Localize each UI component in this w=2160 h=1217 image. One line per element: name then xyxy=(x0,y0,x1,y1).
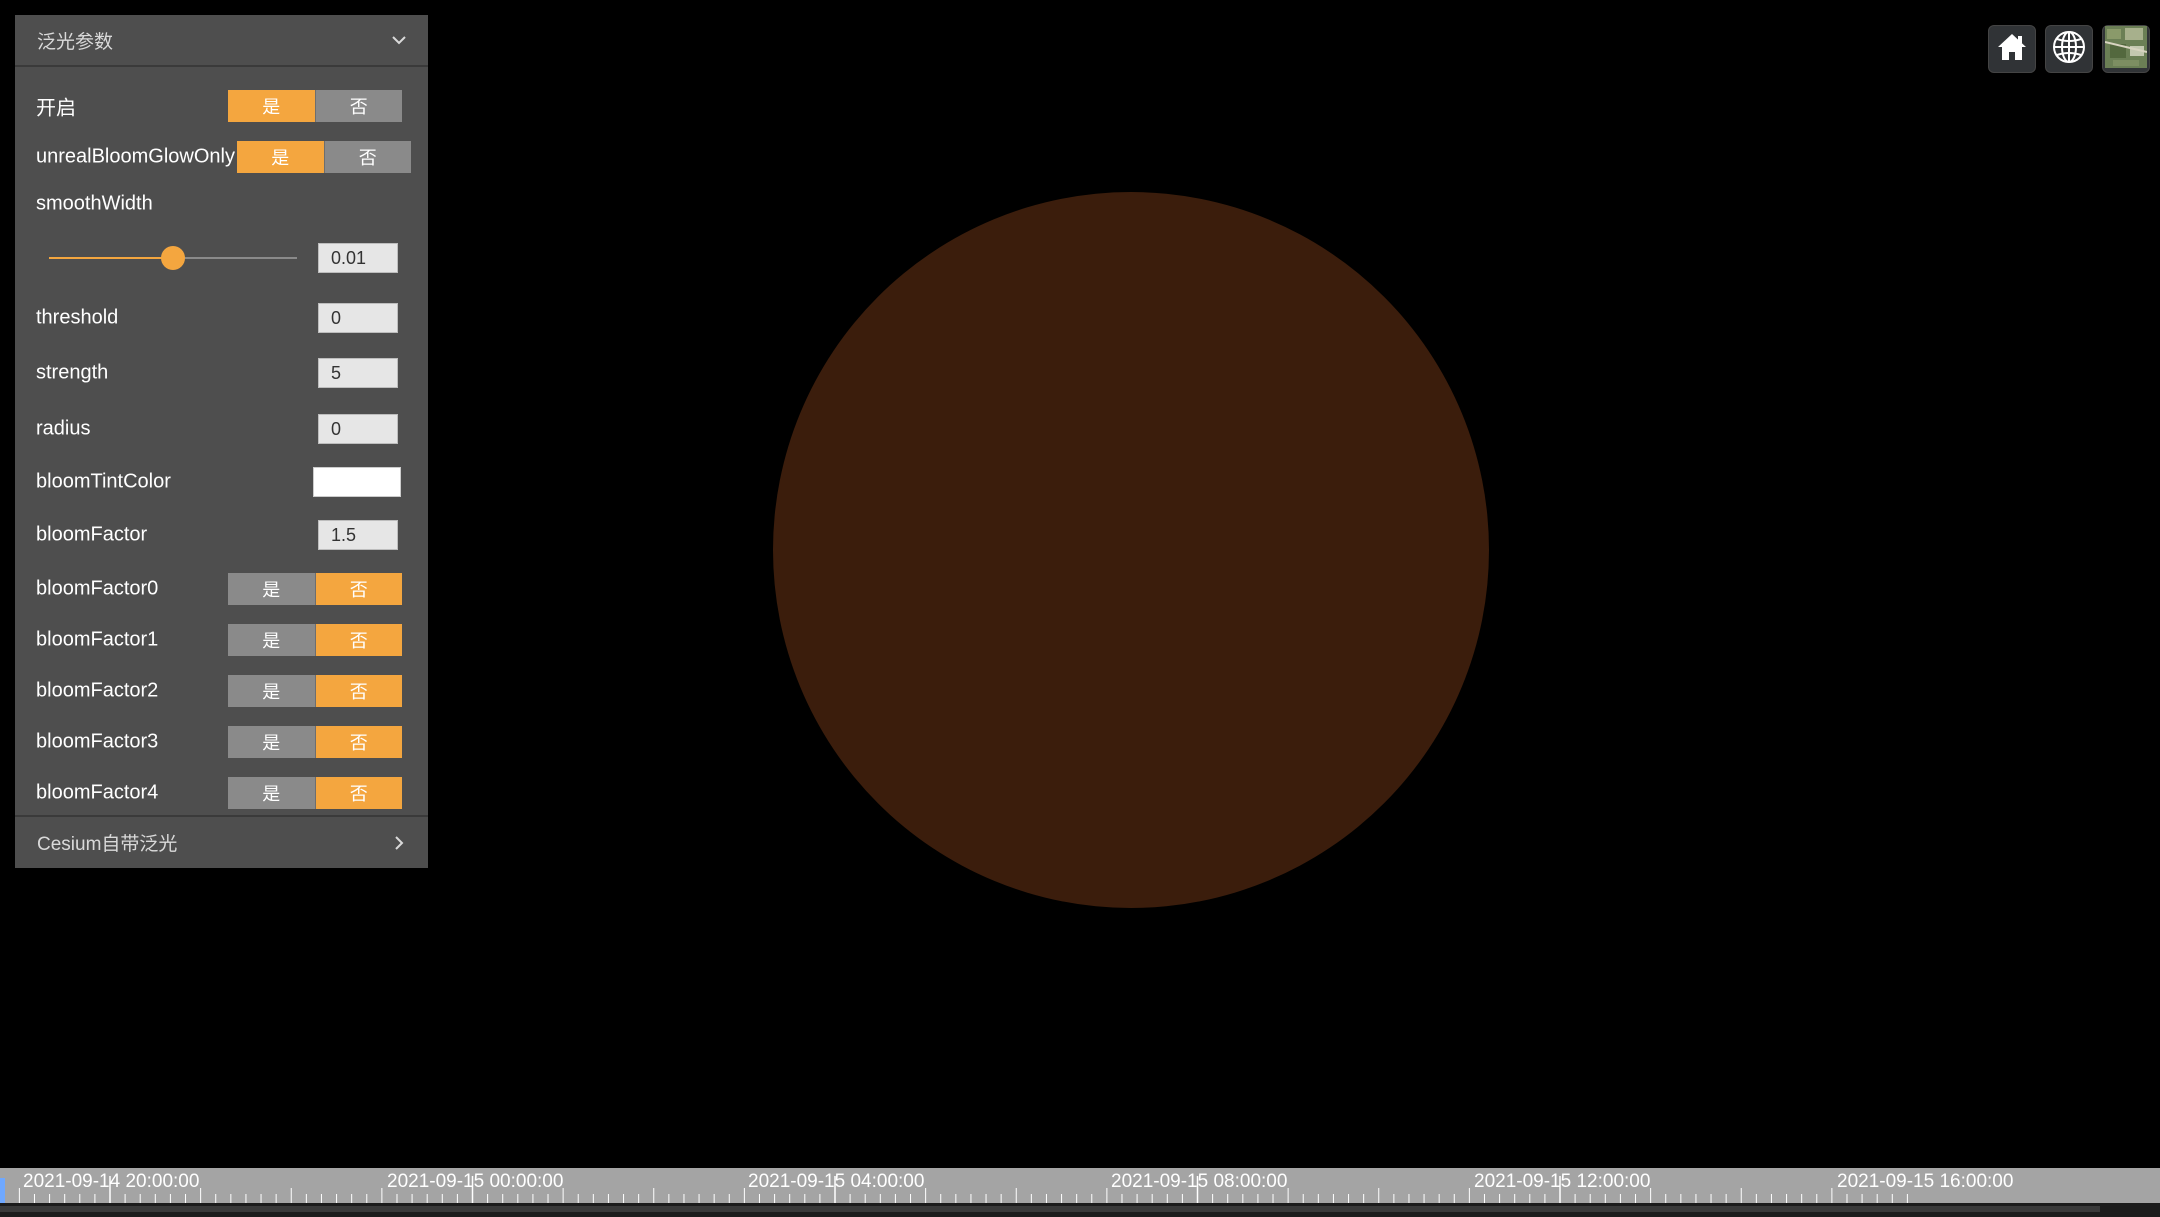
bloom-factor2-row: bloomFactor2 是 否 xyxy=(15,671,428,711)
globe-icon xyxy=(2050,28,2088,71)
home-button[interactable] xyxy=(1988,25,2036,73)
bloom-factor3-toggle[interactable]: 是 否 xyxy=(228,726,402,758)
bloom-factor0-no-button[interactable]: 否 xyxy=(314,573,402,605)
glow-only-label: unrealBloomGlowOnly xyxy=(36,145,235,168)
bloom-factor4-row: bloomFactor4 是 否 xyxy=(15,773,428,813)
smooth-width-label: smoothWidth xyxy=(36,192,153,215)
tint-color-row: bloomTintColor xyxy=(15,462,428,502)
strength-row: strength xyxy=(15,353,428,393)
enable-yes-button[interactable]: 是 xyxy=(228,90,315,122)
timeline-ticks xyxy=(0,1176,1908,1203)
section-title: 泛光参数 xyxy=(37,31,114,53)
bloom-section-header[interactable]: 泛光参数 xyxy=(15,15,428,67)
tint-color-label: bloomTintColor xyxy=(36,470,171,493)
strength-input[interactable] xyxy=(318,358,398,388)
bloom-factor0-label: bloomFactor0 xyxy=(36,577,159,600)
glow-only-no-button[interactable]: 否 xyxy=(323,141,411,173)
threshold-label: threshold xyxy=(36,306,119,329)
scene-mode-button[interactable] xyxy=(2045,25,2093,73)
enable-toggle[interactable]: 是 否 xyxy=(228,90,402,122)
animation-bar xyxy=(0,1203,2160,1217)
timeline-label: 2021-09-15 12:00:00 xyxy=(1474,1171,1651,1192)
animation-track xyxy=(0,1206,2100,1212)
bloom-factor3-row: bloomFactor3 是 否 xyxy=(15,722,428,762)
bloom-factor2-yes-button[interactable]: 是 xyxy=(228,675,315,707)
slider-fill xyxy=(49,257,173,259)
tint-color-swatch[interactable] xyxy=(313,467,401,497)
bloom-factor-row: bloomFactor xyxy=(15,515,428,555)
cesium-bloom-section-header[interactable]: Cesium自带泛光 xyxy=(15,815,428,868)
threshold-row: threshold xyxy=(15,298,428,338)
bloom-factor1-yes-button[interactable]: 是 xyxy=(228,624,315,656)
bloom-factor2-no-button[interactable]: 否 xyxy=(314,675,402,707)
timeline-label: 2021-09-15 00:00:00 xyxy=(387,1171,564,1192)
bloom-factor3-label: bloomFactor3 xyxy=(36,730,159,753)
timeline-label: 2021-09-14 20:00:00 xyxy=(23,1171,200,1192)
timeline-label: 2021-09-15 08:00:00 xyxy=(1111,1171,1288,1192)
bloom-factor-label: bloomFactor xyxy=(36,523,148,546)
glow-only-yes-button[interactable]: 是 xyxy=(237,141,324,173)
bloom-factor1-label: bloomFactor1 xyxy=(36,628,159,651)
timeline-label: 2021-09-15 04:00:00 xyxy=(748,1171,925,1192)
bloom-factor4-toggle[interactable]: 是 否 xyxy=(228,777,402,809)
timeline-label: 2021-09-15 16:00:00 xyxy=(1837,1171,2014,1192)
radius-row: radius xyxy=(15,409,428,449)
enable-label: 开启 xyxy=(36,97,76,120)
bloom-factor3-no-button[interactable]: 否 xyxy=(314,726,402,758)
smooth-width-slider[interactable] xyxy=(49,246,297,270)
chevron-down-icon[interactable] xyxy=(388,29,410,51)
home-icon xyxy=(1995,30,2029,69)
glow-only-toggle[interactable]: 是 否 xyxy=(237,141,411,173)
bloom-factor0-yes-button[interactable]: 是 xyxy=(228,573,315,605)
globe[interactable] xyxy=(773,192,1489,908)
bloom-factor1-toggle[interactable]: 是 否 xyxy=(228,624,402,656)
glow-only-row: unrealBloomGlowOnly 是 否 xyxy=(15,137,428,177)
slider-thumb[interactable] xyxy=(161,246,185,270)
strength-label: strength xyxy=(36,361,109,384)
bloom-settings-panel: 泛光参数 开启 是 否 unrealBloomGlowOnly 是 否 smoo… xyxy=(15,15,428,868)
smooth-width-row: smoothWidth xyxy=(15,184,428,224)
enable-no-button[interactable]: 否 xyxy=(314,90,402,122)
bloom-factor1-row: bloomFactor1 是 否 xyxy=(15,620,428,660)
base-layer-picker-button[interactable] xyxy=(2102,25,2150,73)
bloom-factor4-yes-button[interactable]: 是 xyxy=(228,777,315,809)
bloom-factor3-yes-button[interactable]: 是 xyxy=(228,726,315,758)
bloom-factor4-no-button[interactable]: 否 xyxy=(314,777,402,809)
radius-input[interactable] xyxy=(318,414,398,444)
smooth-width-input[interactable] xyxy=(318,243,398,273)
section2-title: Cesium自带泛光 xyxy=(37,834,178,855)
bloom-factor2-label: bloomFactor2 xyxy=(36,679,159,702)
bloom-factor4-label: bloomFactor4 xyxy=(36,781,159,804)
timeline[interactable]: 2021-09-14 20:00:00 2021-09-15 00:00:00 … xyxy=(0,1168,2160,1203)
chevron-right-icon[interactable] xyxy=(388,832,410,854)
threshold-input[interactable] xyxy=(318,303,398,333)
bloom-factor0-row: bloomFactor0 是 否 xyxy=(15,569,428,609)
bloom-factor2-toggle[interactable]: 是 否 xyxy=(228,675,402,707)
radius-label: radius xyxy=(36,417,91,440)
imagery-icon xyxy=(2104,25,2148,73)
bloom-factor1-no-button[interactable]: 否 xyxy=(314,624,402,656)
enable-row: 开启 是 否 xyxy=(15,86,428,126)
bloom-factor0-toggle[interactable]: 是 否 xyxy=(228,573,402,605)
bloom-factor-input[interactable] xyxy=(318,520,398,550)
